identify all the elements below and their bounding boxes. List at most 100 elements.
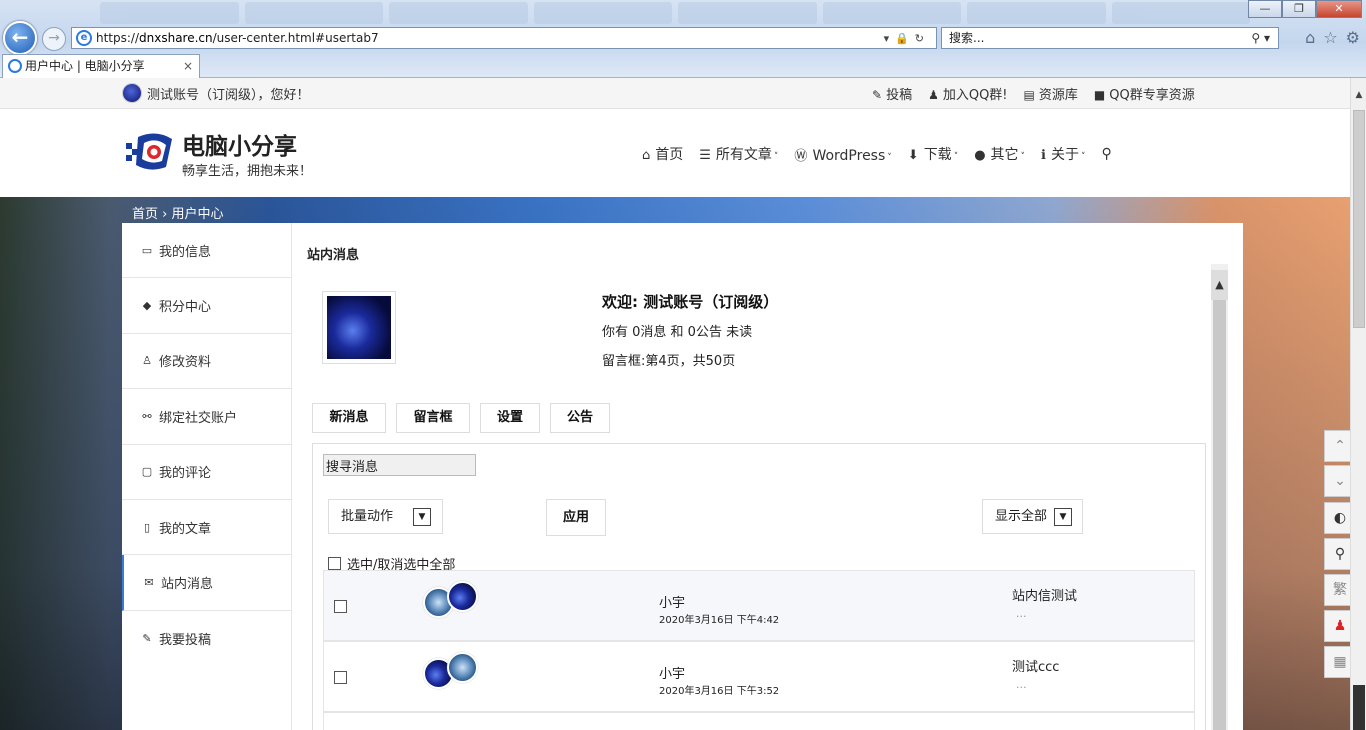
close-window-button[interactable]: ✕ (1316, 0, 1362, 18)
sidebar-item-social-accounts[interactable]: ⚯ 绑定社交账户 (122, 389, 291, 445)
message-subject[interactable]: 站内信测试 (1012, 585, 1077, 604)
breadcrumb: 首页 › 用户中心 (132, 207, 224, 222)
sidebar-item-points[interactable]: ◆ 积分中心 (122, 278, 291, 334)
sidebar-item-submit[interactable]: ✎ 我要投稿 (122, 611, 291, 666)
nav-label: 首页 (655, 147, 684, 163)
sidebar-item-edit-profile[interactable]: ♙ 修改资料 (122, 334, 291, 390)
site-logo-icon[interactable] (126, 129, 174, 173)
scroll-thumb[interactable] (1353, 110, 1365, 328)
ie-tab-icon (8, 59, 22, 73)
nav-all-articles[interactable]: ☰ 所有文章 ˅ (699, 144, 778, 164)
more-icon: ● (974, 148, 986, 163)
mail-icon: ✉ (144, 576, 154, 590)
tab-title: 用户中心 | 电脑小分享 (25, 59, 145, 73)
message-search-input[interactable]: 搜寻消息 (323, 454, 476, 476)
search-icon[interactable]: ⚲ ▾ (1251, 28, 1270, 48)
sidebar-item-my-articles[interactable]: ▯ 我的文章 (122, 500, 291, 556)
qq-service-icon: ♟ (1333, 618, 1347, 634)
home-icon[interactable]: ⌂ (1305, 28, 1315, 47)
unread-summary: 你有 0消息 和 0公告 未读 (602, 325, 753, 340)
tab-new-message[interactable]: 新消息 (312, 403, 386, 433)
toplink-label: 投稿 (886, 88, 913, 103)
chevron-down-icon: ˅ (1080, 152, 1086, 162)
minimize-button[interactable]: — (1248, 0, 1282, 18)
user-center-panel: ▭ 我的信息 ◆ 积分中心 ♙ 修改资料 ⚯ 绑定社交账户 ▢ 我的评论 ▯ 我的文章 ✉ 站… (122, 223, 1243, 730)
chevron-down-icon: ˅ (773, 152, 779, 162)
nav-label: 关于 (1050, 147, 1079, 163)
sidebar-item-label: 绑定社交账户 (159, 410, 238, 426)
toplink-resources[interactable]: ▤ 资源库 (1024, 84, 1078, 103)
bulk-action-select[interactable]: 批量动作 ▼ (328, 499, 443, 534)
nav-home[interactable]: ⌂ 首页 (642, 144, 683, 164)
nav-wordpress[interactable]: Ⓦ WordPress ˅ (794, 145, 891, 164)
message-time: 2020年3月16日 下午3:52 (659, 686, 780, 697)
table-row[interactable]: 小宇 2020年3月16日 下午4:42 站内信测试 ... (323, 570, 1195, 641)
window-scrollbar[interactable]: ▲ (1350, 78, 1366, 730)
user-avatar-large (322, 291, 396, 364)
toplink-qq-resources[interactable]: ■ QQ群专享资源 (1094, 84, 1195, 103)
toplink-submit[interactable]: ✎ 投稿 (872, 84, 912, 103)
id-card-icon: ▭ (141, 243, 153, 257)
list-icon: ☰ (699, 148, 711, 163)
settings-gear-icon[interactable]: ⚙ (1346, 28, 1360, 47)
filter-label: 显示全部 (995, 509, 1048, 524)
sidebar-item-label: 积分中心 (159, 300, 212, 316)
maximize-button[interactable]: ❐ (1282, 0, 1316, 18)
scrollbar-bottom-block (1353, 685, 1365, 730)
forward-button[interactable]: → (42, 27, 66, 51)
select-all-checkbox[interactable] (328, 557, 341, 570)
address-url[interactable]: https://dnxshare.cn/user-center.html#use… (96, 31, 884, 45)
browser-tab[interactable]: 用户中心 | 电脑小分享 × (2, 54, 200, 78)
link-icon: ⚯ (142, 409, 152, 423)
filter-select[interactable]: 显示全部 ▼ (982, 499, 1083, 534)
browser-search-input[interactable]: 搜索... ⚲ ▾ (941, 27, 1279, 49)
site-slogan: 畅享生活，拥抱未来！ (182, 164, 313, 179)
message-sender[interactable]: 小宇 (659, 592, 685, 611)
address-bar[interactable]: e https://dnxshare.cn/user-center.html#u… (71, 27, 937, 49)
comment-icon: ▢ (141, 465, 153, 479)
url-domain: dnxshare.cn (139, 31, 213, 45)
sidebar-item-my-comments[interactable]: ▢ 我的评论 (122, 445, 291, 500)
page-title: 站内消息 (307, 248, 360, 263)
chevron-up-icon[interactable]: ▲ (1211, 270, 1228, 300)
row-checkbox[interactable] (334, 671, 347, 684)
url-path: /user-center.html#usertab7 (212, 31, 379, 45)
apply-button[interactable]: 应用 (546, 499, 606, 536)
nav-download[interactable]: ⬇ 下载 ˅ (908, 144, 958, 164)
wordpress-icon: Ⓦ (794, 148, 808, 164)
nav-label: WordPress (812, 147, 886, 164)
search-icon: ⚲ (1334, 546, 1346, 562)
sidebar-item-label: 站内消息 (161, 577, 214, 593)
message-subject[interactable]: 测试ccc (1012, 656, 1059, 675)
qrcode-icon: ▦ (1333, 654, 1347, 670)
table-row[interactable]: 小宇 2020年3月16日 下午3:52 测试ccc ... (323, 641, 1195, 712)
tab-settings[interactable]: 设置 (480, 403, 540, 433)
sidebar-item-label: 我的信息 (159, 244, 212, 260)
search-icon[interactable]: ⚲ (1101, 146, 1111, 162)
avatar[interactable] (122, 83, 142, 103)
site-name[interactable]: 电脑小分享 (182, 127, 297, 161)
message-sender[interactable]: 小宇 (659, 663, 685, 682)
user-greeting: 测试账号（订阅级），您好！ (122, 83, 310, 103)
sidebar-item-messages[interactable]: ✉ 站内消息 (122, 555, 291, 611)
nav-other[interactable]: ● 其它 ˅ (974, 144, 1025, 164)
sidebar-item-my-info[interactable]: ▭ 我的信息 (122, 223, 291, 279)
tab-announcements[interactable]: 公告 (550, 403, 610, 433)
toplink-qq-group[interactable]: ♟ 加入QQ群! (928, 84, 1007, 103)
chevron-up-icon[interactable]: ▲ (1351, 90, 1366, 106)
tab-close-icon[interactable]: × (183, 55, 193, 77)
scroll-thumb[interactable] (1213, 300, 1226, 730)
info-icon: ℹ (1041, 148, 1046, 163)
row-checkbox[interactable] (334, 600, 347, 613)
favorites-star-icon[interactable]: ☆ (1323, 28, 1337, 47)
address-tools[interactable]: ▾🔒↻ (884, 32, 936, 45)
greeting-text: 测试账号（订阅级），您好！ (147, 87, 310, 103)
nav-about[interactable]: ℹ 关于 ˅ (1041, 144, 1085, 164)
panel-scrollbar[interactable]: ▲ (1211, 264, 1228, 730)
tab-inbox[interactable]: 留言框 (396, 403, 470, 433)
chevron-down-icon: ▼ (413, 508, 431, 526)
message-excerpt: ... (1016, 678, 1027, 691)
nav-label: 其它 (990, 147, 1019, 163)
back-button[interactable]: ← (3, 21, 37, 55)
table-row[interactable] (323, 712, 1195, 730)
